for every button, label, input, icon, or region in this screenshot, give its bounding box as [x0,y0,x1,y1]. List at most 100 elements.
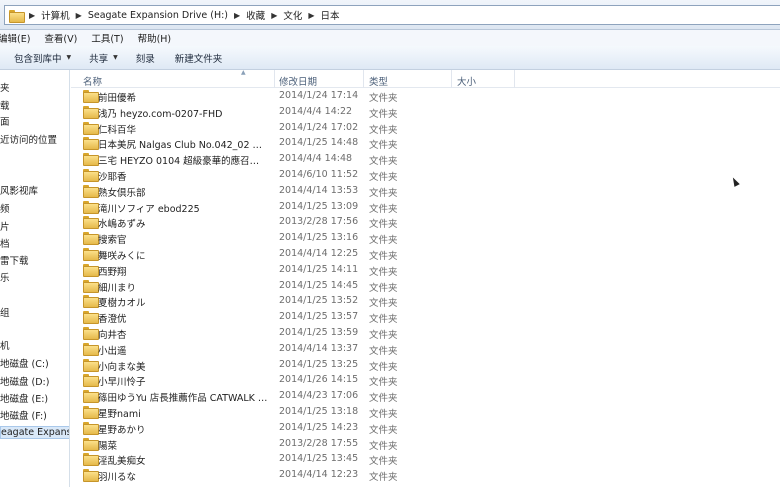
breadcrumb-item[interactable]: Seagate Expansion Drive (H:) [88,10,228,21]
column-date[interactable]: 修改日期 [279,74,317,88]
folder-icon [83,263,99,277]
table-row[interactable]: 星野あかり 2014/1/25 14:23 文件夹 [71,420,780,436]
table-row[interactable]: 香澄优 2014/1/25 13:57 文件夹 [71,309,780,325]
table-row[interactable]: 滝川ソフィア ebod225 2014/1/25 13:09 文件夹 [71,199,780,215]
nav-item[interactable]: 近访问的位置 [0,132,57,146]
file-date: 2014/1/24 17:14 [279,90,359,101]
table-row[interactable]: 舞咲みくに 2014/4/14 12:25 文件夹 [71,246,780,262]
nav-item[interactable]: 乐 [0,270,10,284]
nav-item[interactable]: 雷下载 [0,253,29,267]
file-date: 2014/1/25 13:09 [279,200,359,212]
menu-view[interactable]: 查看(V) [44,31,77,45]
new-folder-button[interactable]: 新建文件夹 [167,48,231,68]
file-type: 文件夹 [369,330,398,341]
nav-item[interactable]: 地磁盘 (E:) [0,391,48,405]
file-name: 日本美尻 Nalgas Club No.042_02 700... [98,140,268,152]
column-divider[interactable] [363,70,364,88]
table-row[interactable]: 浅乃 heyzo.com-0207-FHD 2014/4/4 14:22 文件夹 [71,104,780,120]
file-date: 2014/4/14 12:25 [279,248,359,259]
nav-item[interactable]: 面 [0,114,10,128]
include-in-library-button[interactable]: 包含到库中 ▼ [6,48,79,68]
table-row[interactable]: 小向まな美 2014/1/25 13:25 文件夹 [71,357,780,373]
folder-icon [83,342,99,356]
column-name[interactable]: 名称 [83,74,102,88]
address-path[interactable]: ▶ 计算机 ▶ Seagate Expansion Drive (H:) ▶ 收藏 ▶ 文化 ▶… [4,5,780,25]
table-row[interactable]: 羽川るな 2014/4/14 12:23 文件夹 [71,467,780,483]
column-size[interactable]: 大小 [457,74,476,88]
table-row[interactable]: 細川まり 2014/1/25 14:45 文件夹 [71,278,780,294]
breadcrumb-separator-icon[interactable]: ▶ [29,11,35,20]
folder-icon [83,216,99,230]
table-row[interactable]: 陽菜 2013/2/28 17:55 文件夹 [71,436,780,452]
folder-icon [83,137,99,151]
table-row[interactable]: 搜索官 2014/1/25 13:16 文件夹 [71,230,780,246]
table-row[interactable]: 水嶋あずみ 2013/2/28 17:56 文件夹 [71,214,780,230]
table-row[interactable]: 篠田ゆうYu 店長推薦作品 CATWALK P... 2014/4/23 17:0… [71,388,780,404]
breadcrumb-separator-icon[interactable]: ▶ [234,11,240,20]
column-header: ▲ 名称 修改日期 类型 大小 [71,69,780,88]
breadcrumb-item[interactable]: 文化 [283,8,302,22]
nav-item[interactable]: 档 [0,236,10,250]
navigation-pane[interactable]: 夹载面近访问的位置 风影视库频片档雷下载乐组机地磁盘 (C:) 地磁盘 (D:) 地磁… [0,70,70,487]
table-row[interactable]: 小早川怜子 2014/1/26 14:15 文件夹 [71,372,780,388]
file-type: 文件夹 [369,314,398,326]
column-divider[interactable] [514,70,515,88]
folder-icon [83,105,99,119]
file-date: 2014/4/4 14:22 [279,105,353,117]
table-row[interactable]: 前田優希 2014/1/24 17:14 文件夹 [71,88,780,104]
table-row[interactable]: 向井杏 2014/1/25 13:59 文件夹 [71,325,780,341]
table-row[interactable]: 夏樹カオル 2014/1/25 13:52 文件夹 [71,293,780,309]
file-name: 前田優希 [98,93,137,104]
share-label: 共享 [89,53,109,65]
file-name: 搜索官 [98,235,127,247]
menu-help[interactable]: 帮助(H) [138,31,172,45]
table-row[interactable]: 星野nami 2014/1/25 13:18 文件夹 [71,404,780,420]
table-row[interactable]: 西野翔 2014/1/25 14:11 文件夹 [71,262,780,278]
nav-item[interactable]: 组 [0,305,10,319]
breadcrumb-separator-icon[interactable]: ▶ [271,11,277,20]
file-name: 星野あかり [98,424,146,436]
nav-item[interactable]: 地磁盘 (F:) [0,408,47,422]
file-date: 2013/2/28 17:56 [279,216,359,228]
chevron-down-icon: ▼ [66,54,72,61]
breadcrumb-item[interactable]: 计算机 [41,8,70,22]
folder-icon [83,90,99,103]
nav-item[interactable]: 地磁盘 (C:) [0,356,49,370]
menu-tools[interactable]: 工具(T) [91,31,123,45]
folder-icon [83,453,99,467]
file-type: 文件夹 [369,456,398,468]
nav-item[interactable]: 片 [0,219,10,233]
share-button[interactable]: 共享 ▼ [81,48,126,68]
breadcrumb-item[interactable]: 收藏 [246,8,265,22]
table-row[interactable]: 日本美尻 Nalgas Club No.042_02 700... 2014/1/… [71,135,780,151]
file-name: 香澄优 [98,314,127,326]
file-date: 2014/1/25 14:48 [279,137,359,149]
breadcrumb-separator-icon[interactable]: ▶ [76,11,82,20]
nav-item[interactable]: 夹 [0,80,10,94]
column-divider[interactable] [274,70,275,88]
table-row[interactable]: 仁科百华 2014/1/24 17:02 文件夹 [71,120,780,136]
column-divider[interactable] [451,70,452,88]
file-type: 文件夹 [369,235,398,247]
folder-icon [83,327,99,340]
nav-item[interactable]: 载 [0,98,10,112]
breadcrumb-separator-icon[interactable]: ▶ [308,11,314,20]
burn-label: 刻录 [135,53,155,65]
file-list[interactable]: 前田優希 2014/1/24 17:14 文件夹 浅乃 heyzo.com-0207-… [71,88,780,487]
table-row[interactable]: 沙耶香 2014/6/10 11:52 文件夹 [71,167,780,183]
table-row[interactable]: 三宅 HEYZO 0104 超級豪華的應召女郎... 2014/4/4 14:48… [71,151,780,167]
burn-button[interactable]: 刻录 [128,48,163,68]
nav-item[interactable]: 地磁盘 (D:) [0,374,49,388]
table-row[interactable]: 熟女倶乐部 2014/4/14 13:53 文件夹 [71,183,780,199]
nav-item[interactable]: 频 [0,201,10,215]
column-type[interactable]: 类型 [369,74,388,88]
nav-item[interactable]: eagate Expansion [0,426,69,439]
file-type: 文件夹 [369,187,398,199]
menu-edit[interactable]: 编辑(E) [0,31,30,45]
table-row[interactable]: 淫乱美痴女 2014/1/25 13:45 文件夹 [71,451,780,467]
nav-item[interactable]: 机 [0,338,10,352]
breadcrumb-item[interactable]: 日本 [321,8,340,22]
nav-item[interactable]: 风影视库 [0,183,38,197]
table-row[interactable]: 小出遥 2014/4/14 13:37 文件夹 [71,341,780,357]
file-name: 向井杏 [98,330,127,341]
